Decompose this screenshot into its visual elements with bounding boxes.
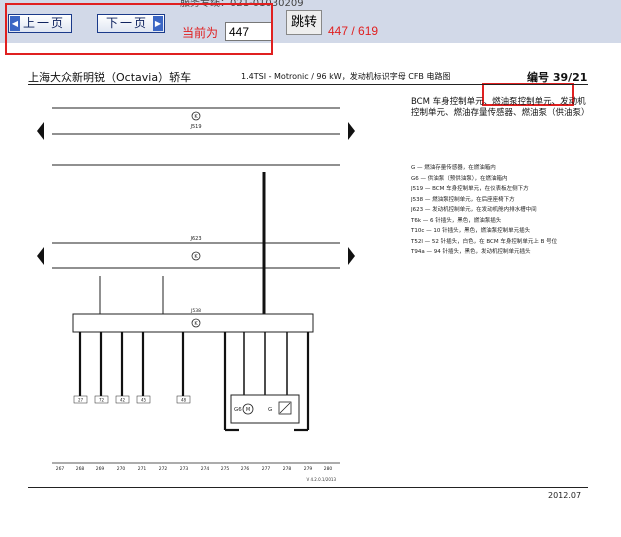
diagram-element <box>279 402 291 414</box>
annotation-box-toolbar <box>5 3 273 55</box>
right-arrow-marker <box>348 122 355 140</box>
doc-title-left: 上海大众新明锐（Octavia）轿车 <box>28 71 192 84</box>
diagram-label: 42 <box>120 398 126 403</box>
diagram-element <box>73 395 88 404</box>
legend-item: T52l — 52 针插头，白色，在 BCM 车身控制单元上 B 号位 <box>411 238 558 245</box>
diagram-label: 274 <box>201 466 210 472</box>
bus-label: J538 <box>190 308 201 314</box>
diagram-label: 271 <box>138 466 147 472</box>
page-counter: 447 / 619 <box>328 24 379 38</box>
circle-letter: K <box>194 321 198 327</box>
diagram-element: M <box>246 407 250 413</box>
diagram-label: 276 <box>241 466 250 472</box>
left-arrow-marker <box>37 122 44 140</box>
diagram-label: 48 <box>181 398 187 403</box>
diagram-element <box>136 395 151 404</box>
pump-motor-symbol <box>242 403 254 415</box>
bcm-description-line2: 控制单元、燃油存量传感器、燃油泵（供油泵） <box>411 108 590 118</box>
diagram-label: 278 <box>283 466 292 472</box>
right-arrow-marker <box>348 247 355 265</box>
footer-date: 2012.07 <box>548 491 582 500</box>
legend-item: J538 — 燃油泵控制单元，在后座座椅下方 <box>411 196 515 203</box>
footer-rule <box>28 487 588 488</box>
legend-item: G6 — 供油泵（预供油泵），在燃油箱内 <box>411 175 508 182</box>
fuel-pump-assembly <box>230 394 300 424</box>
diagram-label: 273 <box>180 466 189 472</box>
legend-item: T94a — 94 针插头，黑色，发动机控制单元插头 <box>411 249 531 255</box>
circle-marker <box>191 111 201 121</box>
diagram-label: 275 <box>221 466 230 472</box>
component-legend: G — 燃油存量传感器，在燃油箱内 G6 — 供油泵（预供油泵），在燃油箱内 J… <box>411 163 616 258</box>
header-rule <box>28 84 588 85</box>
diagram-label: 45 <box>141 398 147 403</box>
diagram-label: 269 <box>96 466 105 472</box>
component-label: G <box>268 407 272 413</box>
right-wire-group <box>223 332 310 432</box>
diagram-label: 280 <box>324 466 333 472</box>
left-wire-group <box>78 332 185 396</box>
left-arrow-marker <box>37 247 44 265</box>
legend-item: G — 燃油存量传感器，在燃油箱内 <box>411 165 496 171</box>
legend-item: J519 — BCM 车身控制单元，在仪表板左侧下方 <box>411 186 529 192</box>
diagram-label: 279 <box>304 466 313 472</box>
jump-button[interactable]: 跳转 <box>286 10 322 35</box>
diagram-label: 270 <box>117 466 126 472</box>
doc-title-mid: 1.4TSI - Motronic / 96 kW，发动机标识字母 CFB 电路… <box>241 72 451 81</box>
bus-label: J623 <box>189 236 201 242</box>
legend-item: J623 — 发动机控制单元，在发动机舱内排水槽中间 <box>411 207 537 213</box>
bus-label: J519 <box>189 124 201 130</box>
diagram-label: 277 <box>262 466 271 472</box>
diagram-label: 272 <box>159 466 168 472</box>
diagram-label: 27 <box>78 398 84 403</box>
diagram-element <box>176 395 191 404</box>
legend-item: T10c — 10 针插头，黑色，燃油泵控制单元插头 <box>411 228 531 234</box>
fuel-sender-symbol <box>278 401 292 415</box>
doc-page-number: 编号 39/21 <box>527 71 588 84</box>
diagram-element <box>115 395 130 404</box>
doc-reference: V 4.2.0.1/2013 <box>306 477 336 482</box>
circle-marker <box>191 318 201 328</box>
diagram-element <box>94 395 109 404</box>
wire-ref-labels: 27 72 42 45 48 <box>73 395 191 404</box>
diagram-label: 267 <box>56 466 65 472</box>
circle-marker <box>191 251 201 261</box>
fuel-pump-control-module <box>72 313 314 333</box>
diagram-label: 72 <box>99 398 105 403</box>
diagram-label: 268 <box>76 466 85 472</box>
circle-letter: K <box>194 114 198 120</box>
legend-item: T6k — 6 针插头，黑色，燃油泵插头 <box>411 217 502 224</box>
ruler-labels: 267 268 269 270 271 272 273 274 275 276 … <box>56 466 333 472</box>
component-label: G6 <box>234 407 242 413</box>
circle-letter: K <box>194 254 198 260</box>
